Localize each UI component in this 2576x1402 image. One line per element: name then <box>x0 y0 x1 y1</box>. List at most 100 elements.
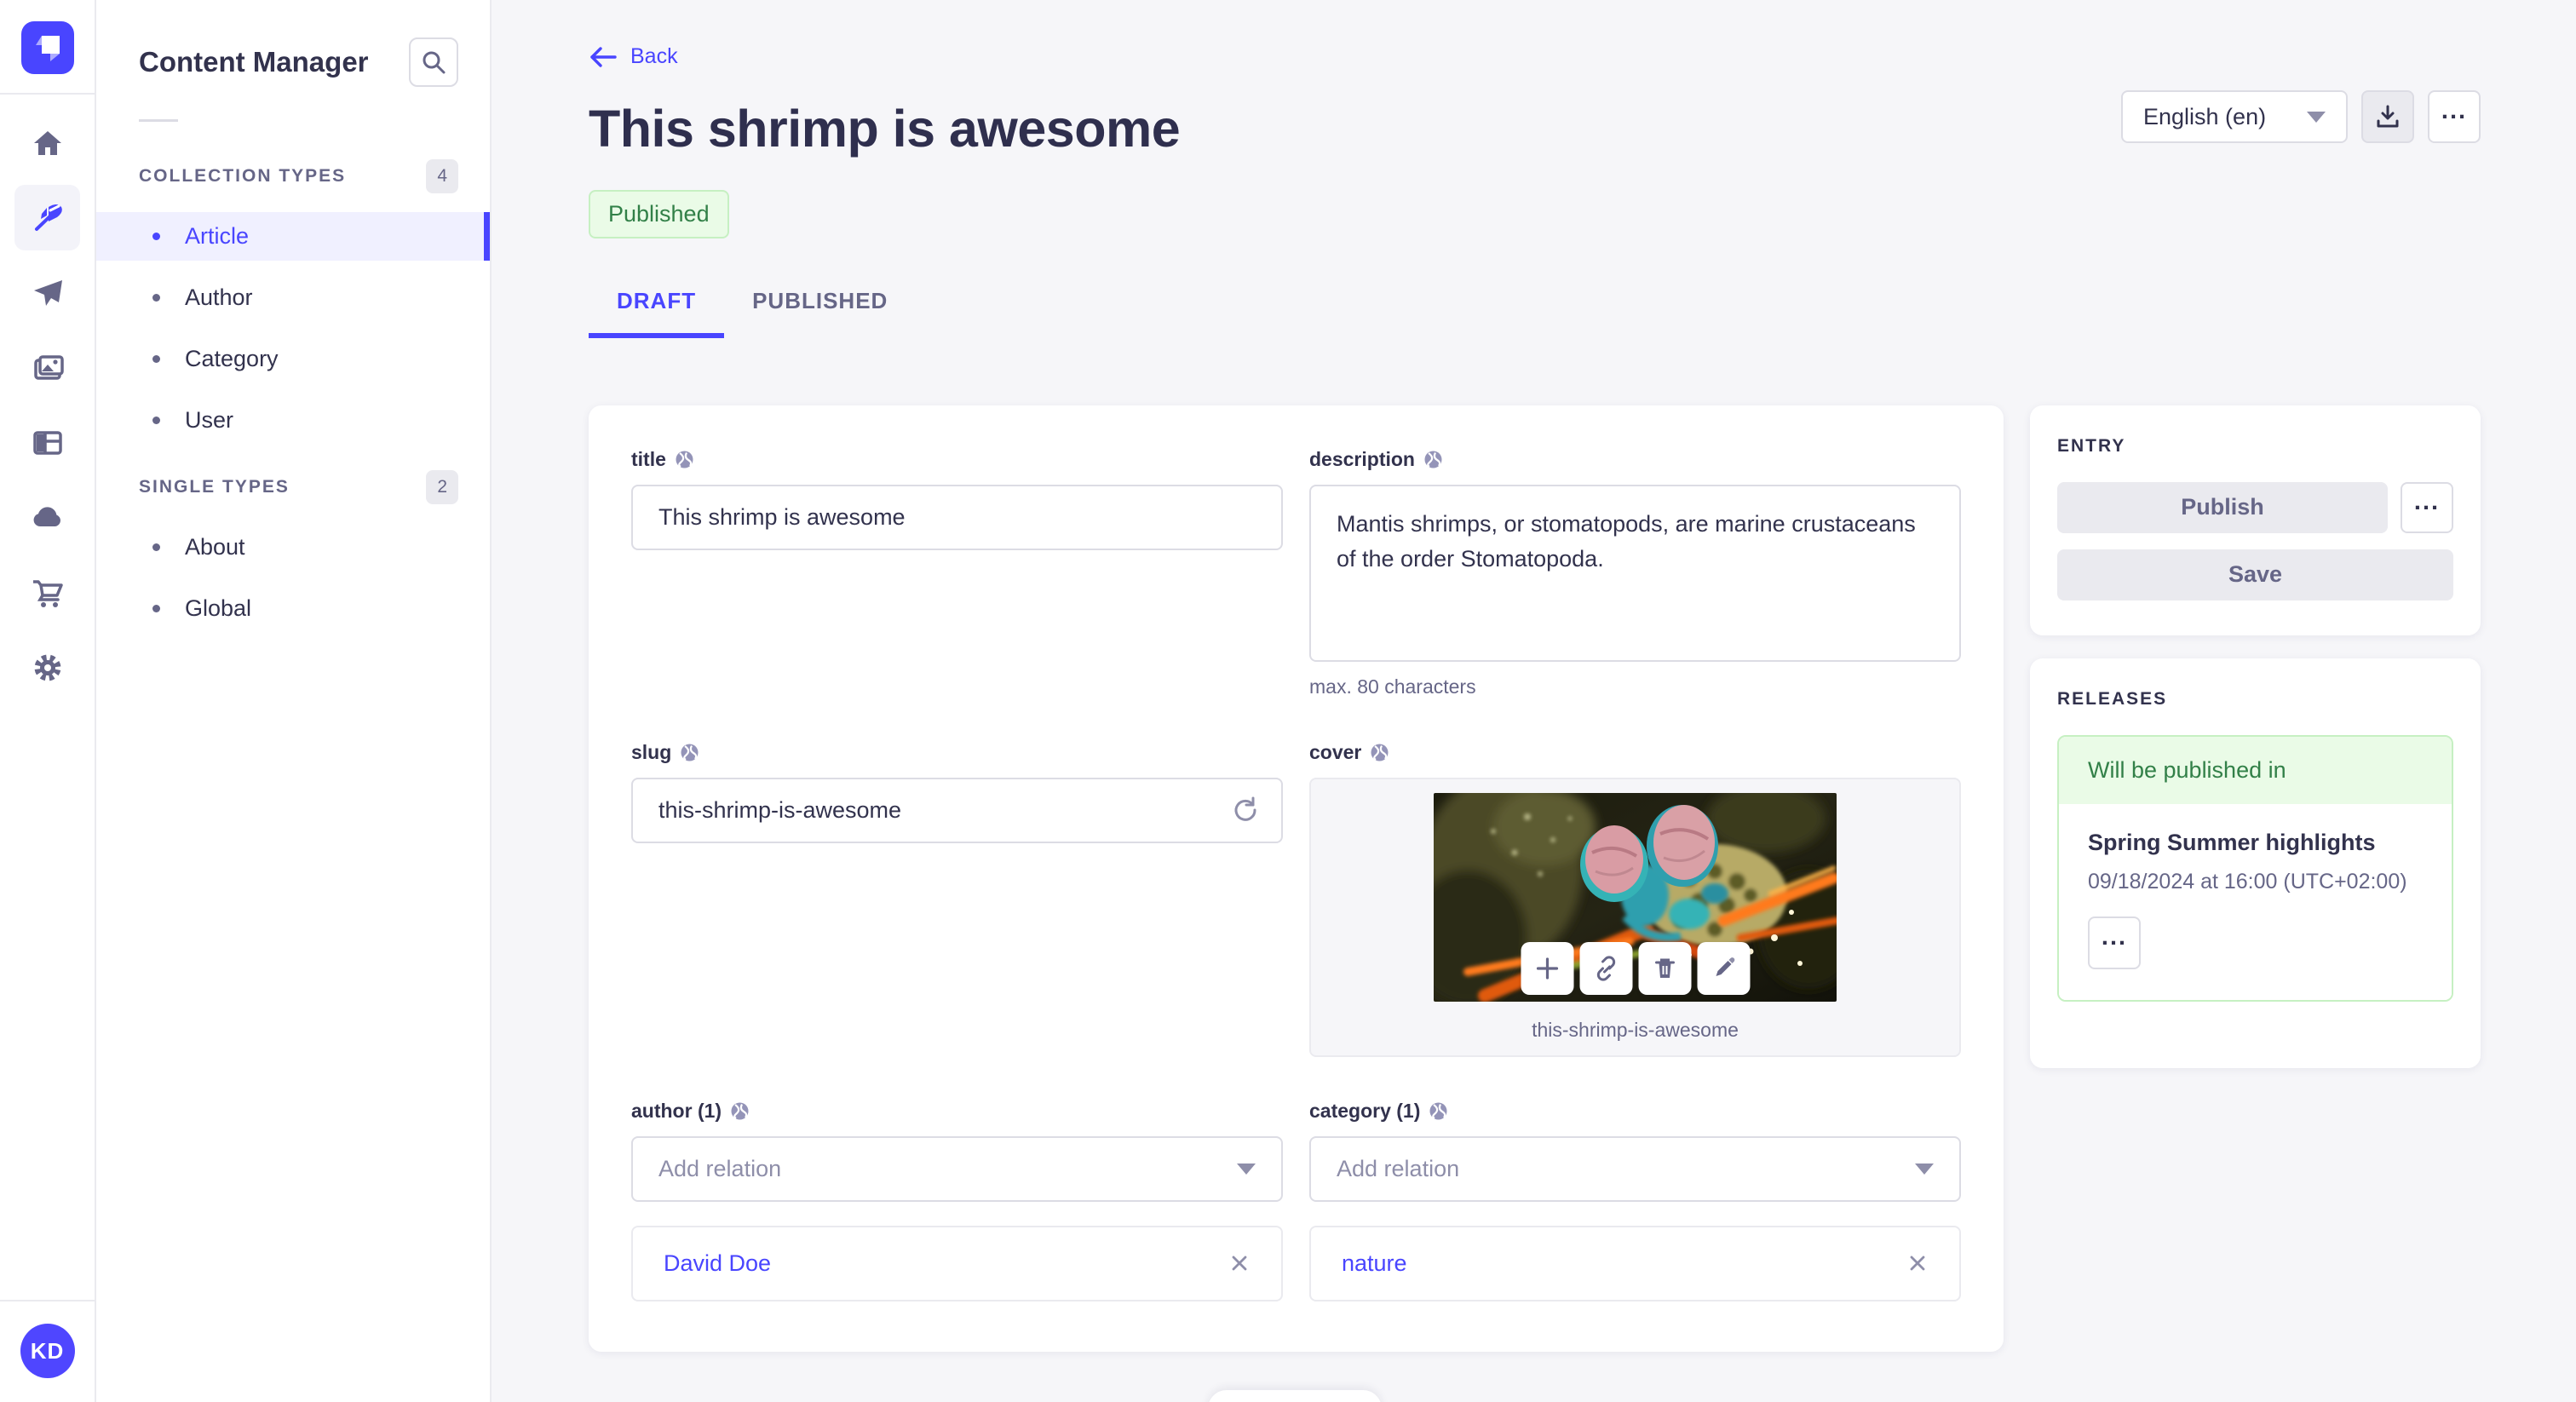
save-button[interactable]: Save <box>2057 549 2453 600</box>
strapi-logo[interactable] <box>20 21 74 74</box>
cover-image-mantis-shrimp <box>1434 792 1837 1002</box>
sidebar-item-label: Article <box>185 223 250 249</box>
status-badge: Published <box>589 189 729 238</box>
field-title: title <box>631 448 1283 698</box>
search-button[interactable] <box>409 37 458 87</box>
language-select[interactable]: English (en) <box>2121 90 2348 143</box>
regenerate-slug-icon[interactable] <box>1230 795 1261 825</box>
bullet-icon <box>152 543 160 551</box>
sidebar-item-label: Author <box>185 284 253 310</box>
entry-panel: ENTRY Publish ... Save <box>2030 405 2481 635</box>
category-relation-item: nature <box>1309 1225 1961 1301</box>
main-content: Back English (en) ... This shrimp is awe… <box>492 0 2576 1402</box>
publish-more-button[interactable]: ... <box>2401 481 2453 533</box>
bullet-icon <box>152 417 160 424</box>
slug-field-label: slug <box>631 740 672 763</box>
category-relation-combobox[interactable]: Add relation <box>1309 1135 1961 1202</box>
ellipsis-icon: ... <box>2101 922 2128 951</box>
back-link[interactable]: Back <box>589 44 678 69</box>
floating-widget-peek[interactable] <box>1208 1390 1382 1402</box>
app-root: KD Content Manager COLLECTION TYPES 4 Ar… <box>0 0 2576 1402</box>
author-field-label: author (1) <box>631 1099 722 1122</box>
description-textarea[interactable]: Mantis shrimps, or stomatopods, are mari… <box>1309 484 1961 662</box>
cover-asset-card: this-shrimp-is-awesome <box>1309 777 1961 1057</box>
tab-published[interactable]: PUBLISHED <box>724 288 916 338</box>
cover-filename: this-shrimp-is-awesome <box>1532 1018 1739 1041</box>
globe-icon <box>731 1102 749 1119</box>
slug-input[interactable] <box>631 777 1283 843</box>
main-nav-rail: KD <box>0 0 96 1402</box>
import-export-button[interactable] <box>2361 90 2414 143</box>
content-manager-sidebar: Content Manager COLLECTION TYPES 4 Artic… <box>96 0 492 1402</box>
sidebar-item-author[interactable]: Author <box>96 273 490 322</box>
sidebar-item-label: Category <box>185 346 279 371</box>
cart-icon[interactable] <box>14 560 80 625</box>
globe-icon <box>1371 744 1389 761</box>
relation-link-category[interactable]: nature <box>1342 1250 1407 1277</box>
collection-types-count: 4 <box>426 159 458 193</box>
cover-edit-button[interactable] <box>1697 941 1750 995</box>
sidebar-item-category[interactable]: Category <box>96 335 490 383</box>
collection-types-list: Article Author Category User <box>96 212 490 445</box>
combobox-placeholder: Add relation <box>1337 1155 1460 1181</box>
right-sidebar: ENTRY Publish ... Save RELEASES Will be … <box>2030 405 2481 1068</box>
plus-icon <box>1536 957 1558 980</box>
sidebar-item-global[interactable]: Global <box>96 584 490 633</box>
bullet-icon <box>152 294 160 302</box>
home-icon[interactable] <box>14 110 80 175</box>
cover-action-bar <box>1521 941 1750 995</box>
tab-draft[interactable]: DRAFT <box>589 288 725 338</box>
chevron-down-icon <box>2307 111 2326 123</box>
field-category: category (1) Add relation nature <box>1309 1100 1961 1301</box>
cloud-icon[interactable] <box>14 485 80 550</box>
active-indicator <box>484 212 490 261</box>
sidebar-item-user[interactable]: User <box>96 396 490 445</box>
sidebar-item-about[interactable]: About <box>96 523 490 572</box>
rail-nav-items <box>14 110 80 700</box>
release-more-button[interactable]: ... <box>2088 916 2141 969</box>
category-field-label: category (1) <box>1309 1099 1421 1122</box>
gear-icon[interactable] <box>14 635 80 700</box>
author-relation-item: David Doe <box>631 1225 1283 1301</box>
close-icon[interactable] <box>1906 1252 1929 1274</box>
cover-copy-link-button[interactable] <box>1579 941 1632 995</box>
release-date: 09/18/2024 at 16:00 (UTC+02:00) <box>2088 869 2407 893</box>
field-author: author (1) Add relation David Doe <box>631 1100 1283 1301</box>
back-label: Back <box>630 44 678 68</box>
field-slug: slug <box>631 741 1283 1057</box>
field-cover: cover this-shrimp-is-awesome <box>1309 741 1961 1057</box>
media-library-icon[interactable] <box>14 335 80 400</box>
more-actions-button[interactable]: ... <box>2428 90 2481 143</box>
sidebar-item-label: User <box>185 407 234 433</box>
layout-icon[interactable] <box>14 410 80 475</box>
ellipsis-icon: ... <box>2441 97 2468 124</box>
feather-icon[interactable] <box>14 185 80 250</box>
search-icon <box>423 51 446 74</box>
bullet-icon <box>152 355 160 363</box>
rail-bottom: KD <box>0 1300 95 1402</box>
sidebar-item-article[interactable]: Article <box>96 212 490 261</box>
title-input[interactable] <box>631 484 1283 550</box>
publish-button[interactable]: Publish <box>2057 481 2388 533</box>
chevron-down-icon <box>1915 1163 1934 1175</box>
section-label-collection-types: COLLECTION TYPES <box>139 166 347 186</box>
title-field-label: title <box>631 447 666 470</box>
cover-delete-button[interactable] <box>1638 941 1691 995</box>
bullet-icon <box>152 605 160 612</box>
close-icon[interactable] <box>1228 1252 1251 1274</box>
relation-link-author[interactable]: David Doe <box>664 1250 771 1277</box>
single-types-count: 2 <box>426 470 458 504</box>
globe-icon <box>1424 451 1442 468</box>
entry-panel-heading: ENTRY <box>2057 435 2126 456</box>
globe-icon <box>681 744 699 761</box>
author-relation-combobox[interactable]: Add relation <box>631 1135 1283 1202</box>
globe-icon <box>1429 1102 1447 1119</box>
download-icon <box>2377 105 2399 128</box>
sidebar-item-label: About <box>185 534 245 560</box>
sidebar-title: Content Manager <box>139 46 369 78</box>
cover-add-button[interactable] <box>1521 941 1573 995</box>
user-avatar[interactable]: KD <box>20 1324 75 1378</box>
chevron-down-icon <box>1237 1163 1256 1175</box>
paper-plane-icon[interactable] <box>14 260 80 325</box>
release-card: Will be published in Spring Summer highl… <box>2057 734 2453 1002</box>
